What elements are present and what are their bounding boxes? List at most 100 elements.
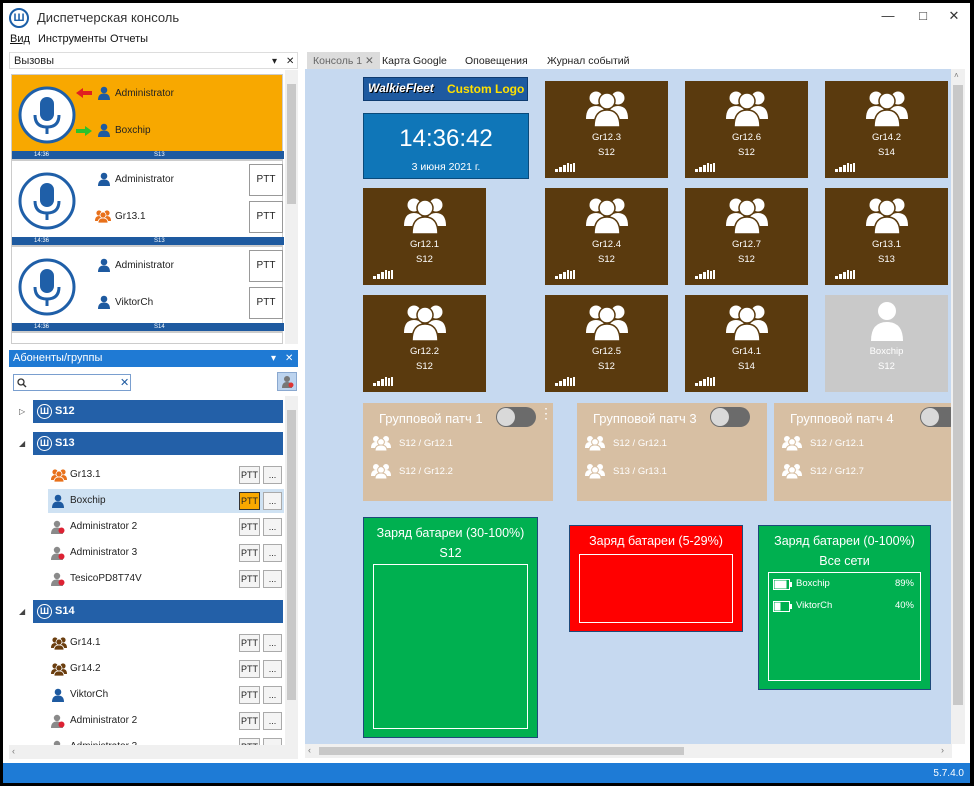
- expand-toggle-icon[interactable]: ▷: [19, 407, 25, 416]
- expand-toggle-icon[interactable]: ◢: [19, 439, 25, 448]
- close-window-button[interactable]: ✕: [939, 5, 969, 27]
- scroll-left-icon[interactable]: ‹: [308, 745, 311, 755]
- talkgroup-tile[interactable]: Boxchip S12: [825, 295, 948, 392]
- filter-user-button[interactable]: [277, 372, 297, 391]
- ptt-button[interactable]: PTT: [239, 492, 260, 510]
- maximize-button[interactable]: □: [908, 5, 938, 27]
- subscribers-pin-icon[interactable]: ▾: [271, 350, 276, 367]
- calls-scrollbar[interactable]: [285, 70, 298, 344]
- calls-pin-icon[interactable]: ▾: [272, 53, 277, 70]
- group-patch-panel[interactable]: Групповой патч 1 ⋮ S12 / Gr12.1 S12 / Gr12.…: [363, 403, 553, 501]
- more-button[interactable]: ...: [263, 660, 282, 678]
- group-icon: [866, 87, 908, 127]
- subscriber-row[interactable]: Gr14.1 PTT...: [48, 631, 284, 655]
- group-header[interactable]: Ш S13: [33, 432, 283, 455]
- talkgroup-tile[interactable]: Gr12.1 S12: [363, 188, 486, 285]
- more-button[interactable]: ...: [263, 570, 282, 588]
- talkgroup-tile[interactable]: Gr14.1 S14: [685, 295, 808, 392]
- ptt-button[interactable]: PTT: [239, 518, 260, 536]
- more-button[interactable]: ...: [263, 518, 282, 536]
- subscriber-row[interactable]: Administrator 2 PTT...: [48, 709, 284, 733]
- microphone-icon[interactable]: [17, 257, 77, 317]
- talkgroup-tile[interactable]: Gr12.4 S12: [545, 188, 668, 285]
- calls-scroll-thumb[interactable]: [287, 84, 296, 204]
- expand-toggle-icon[interactable]: ◢: [19, 607, 25, 616]
- subscribers-hscrollbar[interactable]: ‹: [9, 745, 298, 759]
- ptt-button[interactable]: PTT: [239, 570, 260, 588]
- call-card[interactable]: Administrator ViktorCh PTT PTT 14:36 S14: [11, 246, 284, 332]
- subscriber-row[interactable]: Administrator 3 PTT...: [48, 541, 284, 565]
- group-patch-panel[interactable]: Групповой патч 4 S12 / Gr12.1 S12 / Gr12.7: [774, 403, 952, 501]
- console-hscroll-thumb[interactable]: [319, 747, 684, 755]
- battery-panel[interactable]: Заряд батареи (5-29%): [569, 525, 743, 632]
- site-logo-icon: Ш: [37, 436, 52, 451]
- ptt-button[interactable]: PTT: [239, 686, 260, 704]
- ptt-button[interactable]: PTT: [249, 287, 283, 319]
- subscriber-row[interactable]: ViktorCh PTT...: [48, 683, 284, 707]
- subscriber-row[interactable]: TesicoPD8T74V PTT...: [48, 567, 284, 591]
- more-button[interactable]: ...: [263, 492, 282, 510]
- patch-toggle[interactable]: [920, 407, 952, 427]
- scroll-left-icon[interactable]: ‹: [12, 746, 15, 756]
- call-card[interactable]: Administrator Boxchip 14:36 S13: [11, 74, 284, 160]
- subscriber-row[interactable]: Gr13.1 PTT...: [48, 463, 284, 487]
- menu-view[interactable]: Вид: [10, 33, 30, 45]
- more-button[interactable]: ...: [263, 686, 282, 704]
- console-vscroll-thumb[interactable]: [953, 85, 963, 705]
- subscribers-scrollbar[interactable]: [285, 396, 298, 746]
- subscriber-row[interactable]: Administrator 2 PTT...: [48, 515, 284, 539]
- console-hscrollbar[interactable]: ‹ ›: [305, 744, 952, 758]
- tab-alerts[interactable]: Оповещения: [459, 52, 534, 70]
- call-card[interactable]: Administrator Gr13.1 PTT PTT 14:36 S13: [11, 160, 284, 246]
- subscriber-search-input[interactable]: ✕: [13, 374, 131, 391]
- ptt-button[interactable]: PTT: [249, 201, 283, 233]
- patch-toggle[interactable]: [710, 407, 750, 427]
- talkgroup-tile[interactable]: Gr12.6 S12: [685, 81, 808, 178]
- more-button[interactable]: ...: [263, 544, 282, 562]
- ptt-button[interactable]: PTT: [239, 712, 260, 730]
- more-button[interactable]: ...: [263, 466, 282, 484]
- talkgroup-tile[interactable]: Gr12.3 S12: [545, 81, 668, 178]
- ptt-button[interactable]: PTT: [239, 660, 260, 678]
- talkgroup-tile[interactable]: Gr12.7 S12: [685, 188, 808, 285]
- more-button[interactable]: ...: [263, 712, 282, 730]
- group-header[interactable]: Ш S14: [33, 600, 283, 623]
- ptt-button[interactable]: PTT: [239, 634, 260, 652]
- ptt-button[interactable]: PTT: [239, 466, 260, 484]
- microphone-icon[interactable]: [17, 171, 77, 231]
- talkgroup-tile[interactable]: Gr13.1 S13: [825, 188, 948, 285]
- subscriber-row[interactable]: Gr14.2 PTT...: [48, 657, 284, 681]
- ptt-button[interactable]: PTT: [239, 544, 260, 562]
- console-vscrollbar[interactable]: ˄: [951, 69, 965, 744]
- patch-menu-icon[interactable]: ⋮: [539, 405, 553, 422]
- battery-panel[interactable]: Заряд батареи (30-100%) S12: [363, 517, 538, 738]
- more-button[interactable]: ...: [263, 634, 282, 652]
- patch-toggle[interactable]: [496, 407, 536, 427]
- scroll-right-icon[interactable]: ›: [941, 745, 944, 755]
- subscribers-scroll-thumb[interactable]: [287, 410, 296, 700]
- talkgroup-tile[interactable]: Gr12.2 S12: [363, 295, 486, 392]
- menu-tools[interactable]: Инструменты: [38, 33, 107, 45]
- tab-event-log[interactable]: Журнал событий: [541, 52, 636, 70]
- calls-close-icon[interactable]: ✕: [286, 53, 294, 70]
- signal-icon: [555, 270, 577, 279]
- tab-console-1[interactable]: Консоль 1 ✕: [307, 52, 380, 70]
- scroll-up-icon[interactable]: ˄: [954, 71, 959, 80]
- microphone-icon[interactable]: [17, 85, 77, 145]
- ptt-button[interactable]: PTT: [249, 250, 283, 282]
- subscribers-close-icon[interactable]: ✕: [285, 350, 293, 367]
- menu-reports[interactable]: Отчеты: [110, 33, 148, 45]
- call-site: S13: [154, 152, 165, 158]
- group-header[interactable]: Ш S12: [33, 400, 283, 423]
- minimize-button[interactable]: —: [873, 5, 903, 27]
- ptt-button[interactable]: PTT: [249, 164, 283, 196]
- tab-close-icon[interactable]: ✕: [365, 55, 374, 67]
- talkgroup-tile[interactable]: Gr14.2 S14: [825, 81, 948, 178]
- battery-panel[interactable]: Заряд батареи (0-100%) Все сети Boxchip 89%…: [758, 525, 931, 690]
- tab-google-map[interactable]: Карта Google: [376, 52, 453, 70]
- battery-device-name: ViktorCh: [796, 600, 833, 611]
- group-patch-panel[interactable]: Групповой патч 3 S12 / Gr12.1 S13 / Gr13.1: [577, 403, 767, 501]
- subscriber-row[interactable]: Boxchip PTT...: [48, 489, 284, 513]
- talkgroup-tile[interactable]: Gr12.5 S12: [545, 295, 668, 392]
- search-clear-icon[interactable]: ✕: [120, 376, 129, 389]
